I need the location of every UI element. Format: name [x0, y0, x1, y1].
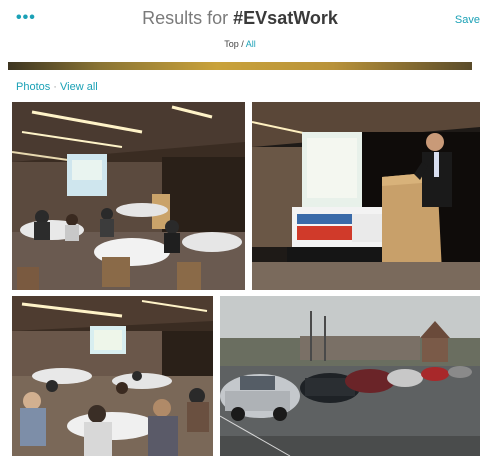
photo-parking-lot[interactable]	[220, 296, 480, 456]
section-separator: ·	[50, 81, 61, 93]
view-all-link[interactable]: View all	[60, 81, 98, 93]
hashtag: #EVsatWork	[233, 8, 338, 28]
save-button[interactable]: Save	[455, 14, 480, 26]
photo-conference-room[interactable]	[12, 102, 245, 290]
title-prefix: Results for	[142, 8, 234, 28]
filter-separator: /	[238, 39, 246, 49]
photos-label: Photos	[16, 81, 51, 93]
photos-section-header: Photos · View all	[16, 81, 98, 93]
parking-lot-image	[220, 296, 480, 456]
audience-tables-image	[12, 296, 213, 456]
filter-all[interactable]: All	[246, 39, 256, 49]
photo-audience-tables[interactable]	[12, 296, 213, 456]
conference-room-image	[12, 102, 245, 290]
page-title: Results for #EVsatWork	[0, 8, 480, 29]
photo-speaker-podium[interactable]	[252, 102, 480, 290]
cropped-photo-strip	[8, 62, 472, 70]
result-filter: Top / All	[0, 39, 480, 49]
search-header: ••• Results for #EVsatWork Top / All Sav…	[0, 0, 480, 62]
filter-top[interactable]: Top	[224, 39, 239, 49]
speaker-podium-image	[252, 102, 480, 290]
